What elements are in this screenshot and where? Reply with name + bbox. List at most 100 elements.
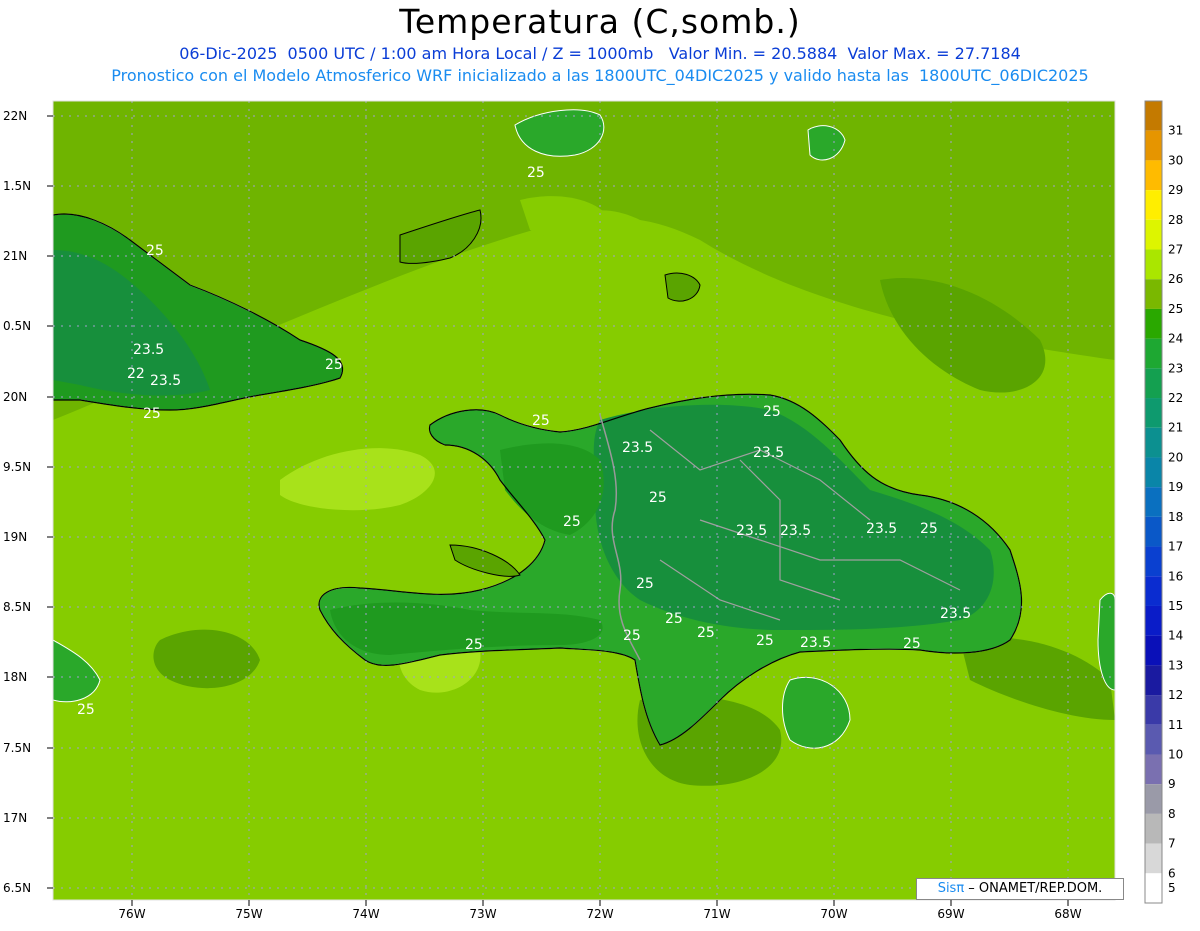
colorbar-label: 26	[1168, 272, 1183, 286]
colorbar-swatch	[1145, 516, 1162, 547]
lat-axis: 22N 1.5N 21N 0.5N 20N 9.5N 19N 8.5N 18N …	[3, 109, 53, 895]
colorbar-label: 27	[1168, 243, 1183, 257]
colorbar-swatch	[1145, 368, 1162, 399]
sis-logo-text: Sisπ	[937, 881, 965, 896]
contour-label: 22	[127, 366, 145, 382]
contour-label: 25	[649, 490, 667, 506]
lon-tick-label: 68W	[1054, 907, 1081, 921]
lon-tick-label: 69W	[937, 907, 964, 921]
colorbar-swatch	[1145, 219, 1162, 250]
colorbar-label: 29	[1168, 183, 1183, 197]
colorbar-label: 17	[1168, 540, 1183, 554]
contour-label: 25	[527, 165, 545, 181]
lon-tick-label: 75W	[235, 907, 262, 921]
colorbar-swatch	[1145, 576, 1162, 606]
lat-tick-label: 9.5N	[3, 460, 31, 474]
lat-tick-label: 8.5N	[3, 600, 31, 614]
colorbar-label: 9	[1168, 777, 1176, 791]
colorbar-label: 24	[1168, 332, 1183, 346]
colorbar-label: 15	[1168, 599, 1183, 613]
contour-label: 23.5	[866, 521, 897, 537]
contour-label: 23.5	[622, 440, 653, 456]
colorbar-label: 10	[1168, 747, 1183, 761]
colorbar-swatch	[1145, 784, 1162, 814]
colorbar-label: 28	[1168, 213, 1183, 227]
colorbar-label: 31	[1168, 124, 1183, 138]
colorbar-label: 11	[1168, 718, 1183, 732]
lon-tick-label: 70W	[820, 907, 847, 921]
colorbar-swatch	[1145, 813, 1162, 844]
lat-tick-label: 18N	[3, 670, 27, 684]
lat-tick-label: 7.5N	[3, 741, 31, 755]
contour-label: 23.5	[150, 373, 181, 389]
colorbar-label: 6	[1168, 866, 1176, 880]
colorbar-swatch	[1145, 427, 1162, 458]
colorbar-swatch	[1145, 190, 1162, 220]
contour-label: 25	[756, 633, 774, 649]
contour-label: 23.5	[940, 606, 971, 622]
colorbar-swatch	[1145, 457, 1162, 488]
map-figure: 25 25 25 23.5 23.5 22 25 25 23.5 25 23.5…	[0, 0, 1200, 927]
colorbar-label: 22	[1168, 391, 1183, 405]
contour-label: 25	[623, 628, 641, 644]
colorbar-label: 13	[1168, 658, 1183, 672]
colorbar-swatch	[1145, 665, 1162, 696]
colorbar-label: 12	[1168, 688, 1183, 702]
contour-label: 25	[465, 637, 483, 653]
colorbar-swatch	[1145, 249, 1162, 280]
colorbar: 31 30 29 28 27 26 25 24 23 22 21 20 19 18 17 16 15 14 13 12…	[1144, 100, 1183, 904]
colorbar-swatch	[1145, 279, 1162, 309]
colorbar-swatch	[1145, 160, 1162, 191]
contour-label: 23.5	[780, 523, 811, 539]
colorbar-label: 23	[1168, 361, 1183, 375]
credit-box: Sisπ – ONAMET/REP.DOM.	[916, 878, 1124, 900]
colorbar-swatch	[1145, 873, 1162, 903]
contour-label: 25	[146, 243, 164, 259]
colorbar-swatch	[1145, 695, 1162, 725]
contour-label: 23.5	[736, 523, 767, 539]
colorbar-swatch	[1145, 635, 1162, 666]
lon-tick-label: 73W	[469, 907, 496, 921]
contour-label: 25	[697, 625, 715, 641]
colorbar-label: 14	[1168, 629, 1183, 643]
contour-label: 25	[143, 406, 161, 422]
lat-tick-label: 17N	[3, 811, 27, 825]
lat-tick-label: 19N	[3, 530, 27, 544]
lon-tick-label: 76W	[118, 907, 145, 921]
colorbar-label: 20	[1168, 450, 1183, 464]
lat-tick-label: 20N	[3, 390, 27, 404]
lon-axis: 76W 75W 74W 73W 72W 71W 70W 69W 68W	[118, 900, 1082, 921]
contour-label: 25	[665, 611, 683, 627]
contour-label: 25	[77, 702, 95, 718]
colorbar-swatch	[1145, 101, 1162, 131]
contour-label: 25	[636, 576, 654, 592]
colorbar-label: 16	[1168, 569, 1183, 583]
colorbar-label: 18	[1168, 510, 1183, 524]
lat-tick-label: 22N	[3, 109, 27, 123]
colorbar-label: 21	[1168, 421, 1183, 435]
colorbar-label: 30	[1168, 153, 1183, 167]
colorbar-swatch	[1145, 130, 1162, 161]
colorbar-swatch	[1145, 843, 1162, 874]
lon-tick-label: 74W	[352, 907, 379, 921]
contour-label: 25	[920, 521, 938, 537]
lat-tick-label: 6.5N	[3, 881, 31, 895]
credit-text: – ONAMET/REP.DOM.	[964, 881, 1103, 896]
lat-tick-label: 0.5N	[3, 319, 31, 333]
contour-label: 23.5	[800, 635, 831, 651]
colorbar-swatch	[1145, 754, 1162, 785]
colorbar-label: 25	[1168, 302, 1183, 316]
contour-label: 25	[532, 413, 550, 429]
colorbar-swatch	[1145, 338, 1162, 369]
colorbar-swatch	[1145, 546, 1162, 577]
colorbar-label: 5	[1168, 881, 1176, 895]
contour-label: 25	[563, 514, 581, 530]
colorbar-swatch	[1145, 487, 1162, 517]
lon-tick-label: 71W	[703, 907, 730, 921]
lon-tick-label: 72W	[586, 907, 613, 921]
colorbar-swatch	[1145, 398, 1162, 428]
colorbar-label: 7	[1168, 837, 1176, 851]
colorbar-swatch	[1145, 605, 1162, 636]
map-svg: 25 25 25 23.5 23.5 22 25 25 23.5 25 23.5…	[3, 100, 1183, 921]
contour-label: 25	[903, 636, 921, 652]
